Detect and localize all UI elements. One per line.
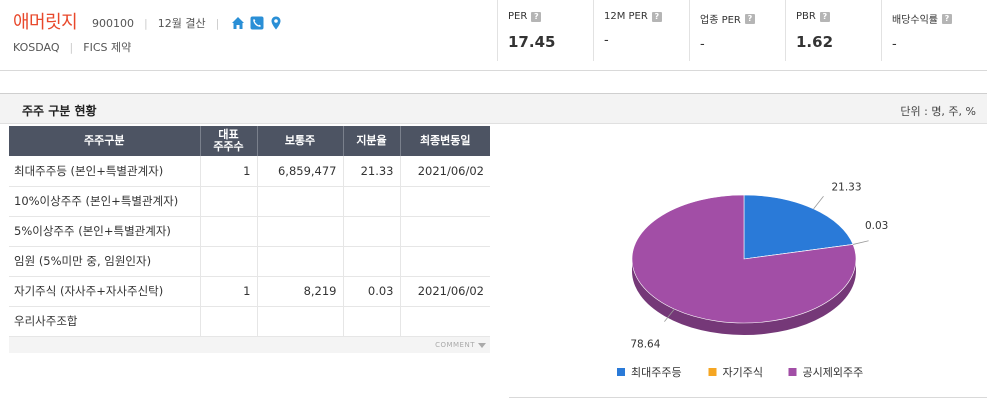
section-header: 주주 구분 현황 단위 : 명, 주, %: [0, 93, 987, 124]
divider: |: [69, 40, 74, 54]
table-cell-shares: [257, 246, 344, 277]
table-cell-date: [400, 246, 490, 277]
table-cell-shares: 8,219: [257, 276, 344, 307]
data-label: 78.64: [630, 339, 660, 351]
column-header: 대표 주주수: [200, 126, 258, 156]
company-header: 애머릿지 900100 | 12월 결산 | KOSDAQ | FICS 제약: [0, 0, 987, 71]
table-cell-count: [200, 186, 258, 217]
settlement-month: 12월 결산: [157, 17, 206, 30]
comment-bar: COMMENT: [9, 336, 490, 353]
table-cell-category: 최대주주등 (본인+특별관계자): [9, 156, 201, 187]
table-row: 5%이상주주 (본인+특별관계자): [9, 216, 490, 247]
table-cell-shares: [257, 216, 344, 247]
metric-per: PER ? 17.45: [497, 0, 593, 61]
table-cell-category: 5%이상주주 (본인+특별관계자): [9, 216, 201, 247]
divider: |: [215, 16, 220, 30]
table-cell-date: 2021/06/02: [400, 156, 490, 187]
data-label: 21.33: [831, 181, 861, 193]
company-meta: 900100 | 12월 결산 |: [92, 15, 283, 31]
help-icon[interactable]: ?: [744, 13, 755, 24]
help-icon[interactable]: ?: [531, 11, 542, 22]
table-cell-category: 우리사주조합: [9, 306, 201, 337]
pie-chart-svg: 21.33 0.03 78.64 최대주주등 자기주식 공시제외주주: [617, 181, 888, 379]
table-cell-count: [200, 246, 258, 277]
metric-label: 업종 PER: [700, 15, 741, 26]
metric-value: -: [604, 33, 609, 48]
table-cell-category: 자기주식 (자사주+자사주신탁): [9, 276, 201, 307]
table-cell-count: [200, 306, 258, 337]
table-cell-ratio: [343, 186, 401, 217]
column-header: 주주구분: [9, 126, 201, 156]
divider: |: [144, 16, 148, 30]
table-cell-date: [400, 186, 490, 217]
metric-value: -: [700, 37, 705, 52]
help-icon[interactable]: ?: [819, 11, 830, 22]
legend-label: 공시제외주주: [803, 366, 864, 379]
legend-swatch: [708, 368, 717, 376]
table-cell-date: 2021/06/02: [400, 276, 490, 307]
column-header: 보통주: [257, 126, 344, 156]
table-cell-shares: 6,859,477: [257, 156, 344, 187]
legend-label: 최대주주등: [631, 366, 682, 379]
table-cell-ratio: [343, 306, 401, 337]
metric-label: 12M PER: [604, 11, 648, 22]
data-label-leader: [813, 196, 824, 210]
company-links: [231, 16, 283, 30]
column-header: 최종변동일: [400, 126, 490, 156]
table-row: 우리사주조합: [9, 306, 490, 337]
data-label: 0.03: [865, 220, 888, 232]
table-cell-date: [400, 216, 490, 247]
table-cell-shares: [257, 306, 344, 337]
table-row: 자기주식 (자사주+자사주신탁) 1 8,219 0.03 2021/06/02: [9, 276, 490, 307]
legend-swatch: [788, 368, 797, 376]
valuation-metrics: PER ? 17.45 12M PER ? - 업종 PER ? - PBR ?: [497, 0, 977, 61]
data-label-leader: [852, 240, 869, 245]
comment-toggle[interactable]: COMMENT: [435, 341, 486, 349]
legend-swatch: [617, 368, 625, 376]
metric-label: 배당수익률: [892, 15, 938, 26]
metric-value: 17.45: [508, 33, 556, 51]
legend-label: 자기주식: [723, 366, 763, 379]
metric-value: 1.62: [796, 33, 834, 51]
help-icon[interactable]: ?: [942, 13, 952, 24]
table-cell-ratio: [343, 246, 401, 277]
section-title: 주주 구분 현황: [22, 104, 97, 118]
phone-icon[interactable]: [250, 16, 264, 30]
table-cell-category: 임원 (5%미만 중, 임원인자): [9, 246, 201, 277]
map-pin-icon[interactable]: [269, 16, 283, 30]
ownership-pie-chart: 21.33 0.03 78.64 최대주주등 자기주식 공시제외주주: [509, 127, 987, 398]
unit-label: 단위 : 명, 주, %: [900, 105, 976, 118]
metric-value: -: [892, 37, 897, 52]
table-cell-count: 1: [200, 156, 258, 187]
table-cell-date: [400, 306, 490, 337]
table-cell-ratio: 21.33: [343, 156, 401, 187]
caret-down-icon: [478, 342, 486, 348]
metric-dividend-yield: 배당수익률 ? -: [881, 0, 977, 61]
help-icon[interactable]: ?: [651, 11, 662, 22]
shareholder-table: 주주구분 대표 주주수 보통주 지분율 최종변동일 최대주주등 (본인+특별관계자…: [9, 126, 490, 337]
metric-industry-per: 업종 PER ? -: [689, 0, 785, 61]
metric-pbr: PBR ? 1.62: [785, 0, 881, 61]
metric-label: PBR: [796, 11, 816, 22]
table-cell-ratio: [343, 216, 401, 247]
table-cell-category: 10%이상주주 (본인+특별관계자): [9, 186, 201, 217]
market-info: KOSDAQ | FICS 제약: [13, 39, 131, 55]
comment-label: COMMENT: [435, 341, 475, 349]
stock-code: 900100: [92, 16, 134, 30]
metric-12m-per: 12M PER ? -: [593, 0, 689, 61]
metric-label: PER: [508, 11, 528, 22]
table-cell-shares: [257, 186, 344, 217]
table-cell-ratio: 0.03: [343, 276, 401, 307]
company-name: 애머릿지: [13, 12, 78, 33]
table-row: 임원 (5%미만 중, 임원인자): [9, 246, 490, 277]
home-icon[interactable]: [231, 16, 245, 30]
column-header: 지분율: [343, 126, 401, 156]
table-cell-count: [200, 216, 258, 247]
table-cell-count: 1: [200, 276, 258, 307]
table-header-row: 주주구분 대표 주주수 보통주 지분율 최종변동일: [9, 126, 490, 156]
sector-name: FICS 제약: [83, 41, 132, 54]
table-row: 10%이상주주 (본인+특별관계자): [9, 186, 490, 217]
market-name: KOSDAQ: [13, 40, 60, 54]
table-row: 최대주주등 (본인+특별관계자) 1 6,859,477 21.33 2021/…: [9, 156, 490, 187]
